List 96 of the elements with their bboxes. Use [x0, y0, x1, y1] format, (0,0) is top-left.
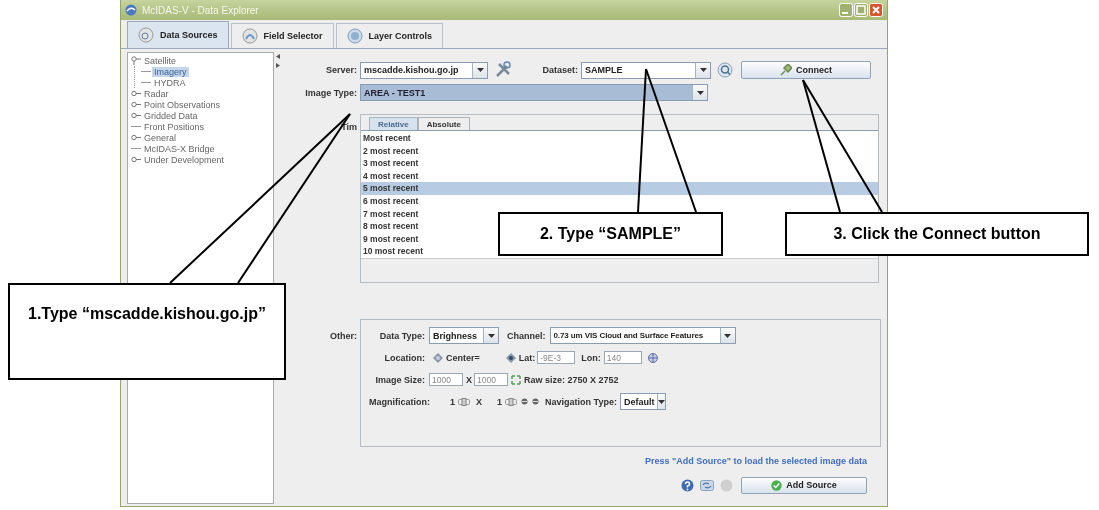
plug-icon — [780, 64, 792, 76]
image-type-dropdown[interactable]: AREA - TEST1 — [360, 84, 708, 101]
field-label: Channel: — [507, 330, 546, 341]
navigation-type-dropdown[interactable]: Default — [619, 393, 666, 411]
status-message: Press "Add Source" to load the selected image data — [643, 455, 868, 466]
field-label: Lat: — [518, 352, 536, 363]
list-item[interactable]: Most recent — [361, 132, 415, 145]
field-label: X — [466, 374, 472, 385]
tree-handle-icon[interactable] — [131, 56, 141, 65]
list-item[interactable]: 6 most recent — [361, 194, 423, 208]
caret-icon — [658, 399, 666, 404]
input-field[interactable]: 1000 — [429, 373, 463, 387]
list-item[interactable]: 3 most recent — [361, 157, 423, 170]
globe-icon — [647, 352, 658, 363]
input-field[interactable]: 140 — [603, 351, 642, 365]
tree-item[interactable]: Under Development — [142, 154, 227, 165]
tree-handle-icon[interactable] — [131, 89, 141, 98]
help-icon — [681, 478, 694, 492]
tab[interactable]: Relative — [369, 117, 418, 130]
field-label: Location: — [383, 352, 425, 363]
tree-item[interactable]: Satellite — [142, 55, 179, 66]
field-label: X — [476, 396, 483, 407]
radio-button[interactable] — [505, 352, 516, 363]
window-title: McIDAS-V - Data Explorer — [142, 4, 260, 16]
field-label: Magnification: — [369, 396, 430, 407]
tree-handle-icon[interactable] — [131, 100, 141, 109]
list-item[interactable]: 7 most recent — [361, 207, 423, 221]
list-item[interactable]: 8 most recent — [361, 220, 423, 233]
app-icon — [125, 4, 137, 16]
tab-icon — [241, 28, 258, 44]
refresh-icon — [700, 478, 714, 492]
list-item[interactable]: 9 most recent — [361, 232, 423, 246]
input-field[interactable]: 1000 — [474, 373, 508, 387]
radio-button[interactable] — [433, 352, 443, 363]
tab-icon — [138, 27, 154, 43]
tools-icon — [494, 61, 512, 79]
dataset-dropdown[interactable]: SAMPLE — [581, 61, 711, 79]
tree-item[interactable]: Front Positions — [142, 121, 207, 132]
input-field[interactable]: -9E-3 — [537, 351, 576, 365]
field-label: Dataset: — [541, 65, 578, 75]
caret-icon — [696, 90, 704, 95]
caret-icon — [487, 333, 495, 338]
field-label: Raw size: 2750 X 2752 — [524, 374, 619, 385]
callout-box: 1.Type “mscadde.kishou.go.jp” — [8, 283, 286, 380]
minimize-icon — [839, 3, 853, 17]
tree-handle-icon[interactable] — [131, 111, 141, 120]
tab[interactable]: Data Sources — [127, 21, 229, 48]
channel-dropdown[interactable]: 0.73 um VIS Cloud and Surface Features — [549, 327, 736, 345]
dot-icon[interactable] — [532, 398, 540, 406]
check-icon — [771, 479, 783, 491]
tab-icon — [346, 28, 363, 44]
tab[interactable]: Layer Controls — [335, 23, 444, 48]
list-item[interactable]: 4 most recent — [361, 169, 423, 183]
caret-icon — [476, 68, 484, 72]
add-source-button[interactable]: Add Source — [741, 476, 867, 494]
field-label: Navigation Type: — [545, 396, 617, 407]
search-icon — [717, 62, 733, 78]
field-label: Image Type: — [304, 87, 357, 98]
data-type-dropdown[interactable]: Brighness — [429, 327, 499, 345]
close-icon — [869, 3, 883, 17]
maximize-icon — [854, 3, 868, 17]
field-label: Lon: — [581, 352, 601, 363]
tab[interactable]: Absolute — [417, 117, 470, 130]
field-label: Data Type: — [378, 330, 425, 341]
callout-box: 3. Click the Connect button — [785, 212, 1089, 256]
field-label: Server: — [324, 65, 357, 75]
tree-item[interactable]: Radar — [142, 88, 171, 99]
link-icon — [511, 374, 521, 385]
server-dropdown[interactable]: mscadde.kishou.go.jp — [360, 61, 488, 79]
connect-button[interactable]: Connect — [741, 61, 871, 79]
circle-icon — [720, 478, 733, 492]
slider-icon[interactable] — [505, 397, 518, 406]
field-label: 1 — [497, 396, 503, 407]
list-item[interactable]: 5 most recent — [361, 182, 878, 195]
tree-item[interactable]: Imagery — [152, 66, 189, 77]
callout-box: 2. Type “SAMPLE” — [498, 212, 723, 256]
tab[interactable]: Field Selector — [230, 23, 334, 48]
dot-icon[interactable] — [521, 398, 529, 406]
field-label: Tim — [340, 122, 357, 132]
field-label: Other: — [329, 330, 357, 341]
slider-icon[interactable] — [458, 397, 470, 406]
field-label: Image Size: — [374, 374, 425, 385]
list-item[interactable]: 2 most recent — [361, 144, 423, 158]
tree-item[interactable]: Gridded Data — [142, 110, 200, 121]
list-item[interactable]: 10 most recent — [361, 245, 427, 258]
field-label: 1 — [450, 396, 455, 407]
tree-item[interactable]: HYDRA — [152, 77, 188, 88]
caret-icon — [724, 333, 731, 338]
field-label: Center= — [446, 352, 480, 363]
tree-item[interactable]: McIDAS-X Bridge — [142, 143, 217, 154]
tree-item[interactable]: General — [142, 132, 179, 143]
caret-icon — [699, 68, 707, 72]
collapse-arrow-icon — [276, 54, 280, 68]
tree-handle-icon[interactable] — [131, 133, 141, 142]
tree-handle-icon[interactable] — [131, 155, 141, 164]
tree-item[interactable]: Point Observations — [142, 99, 223, 110]
